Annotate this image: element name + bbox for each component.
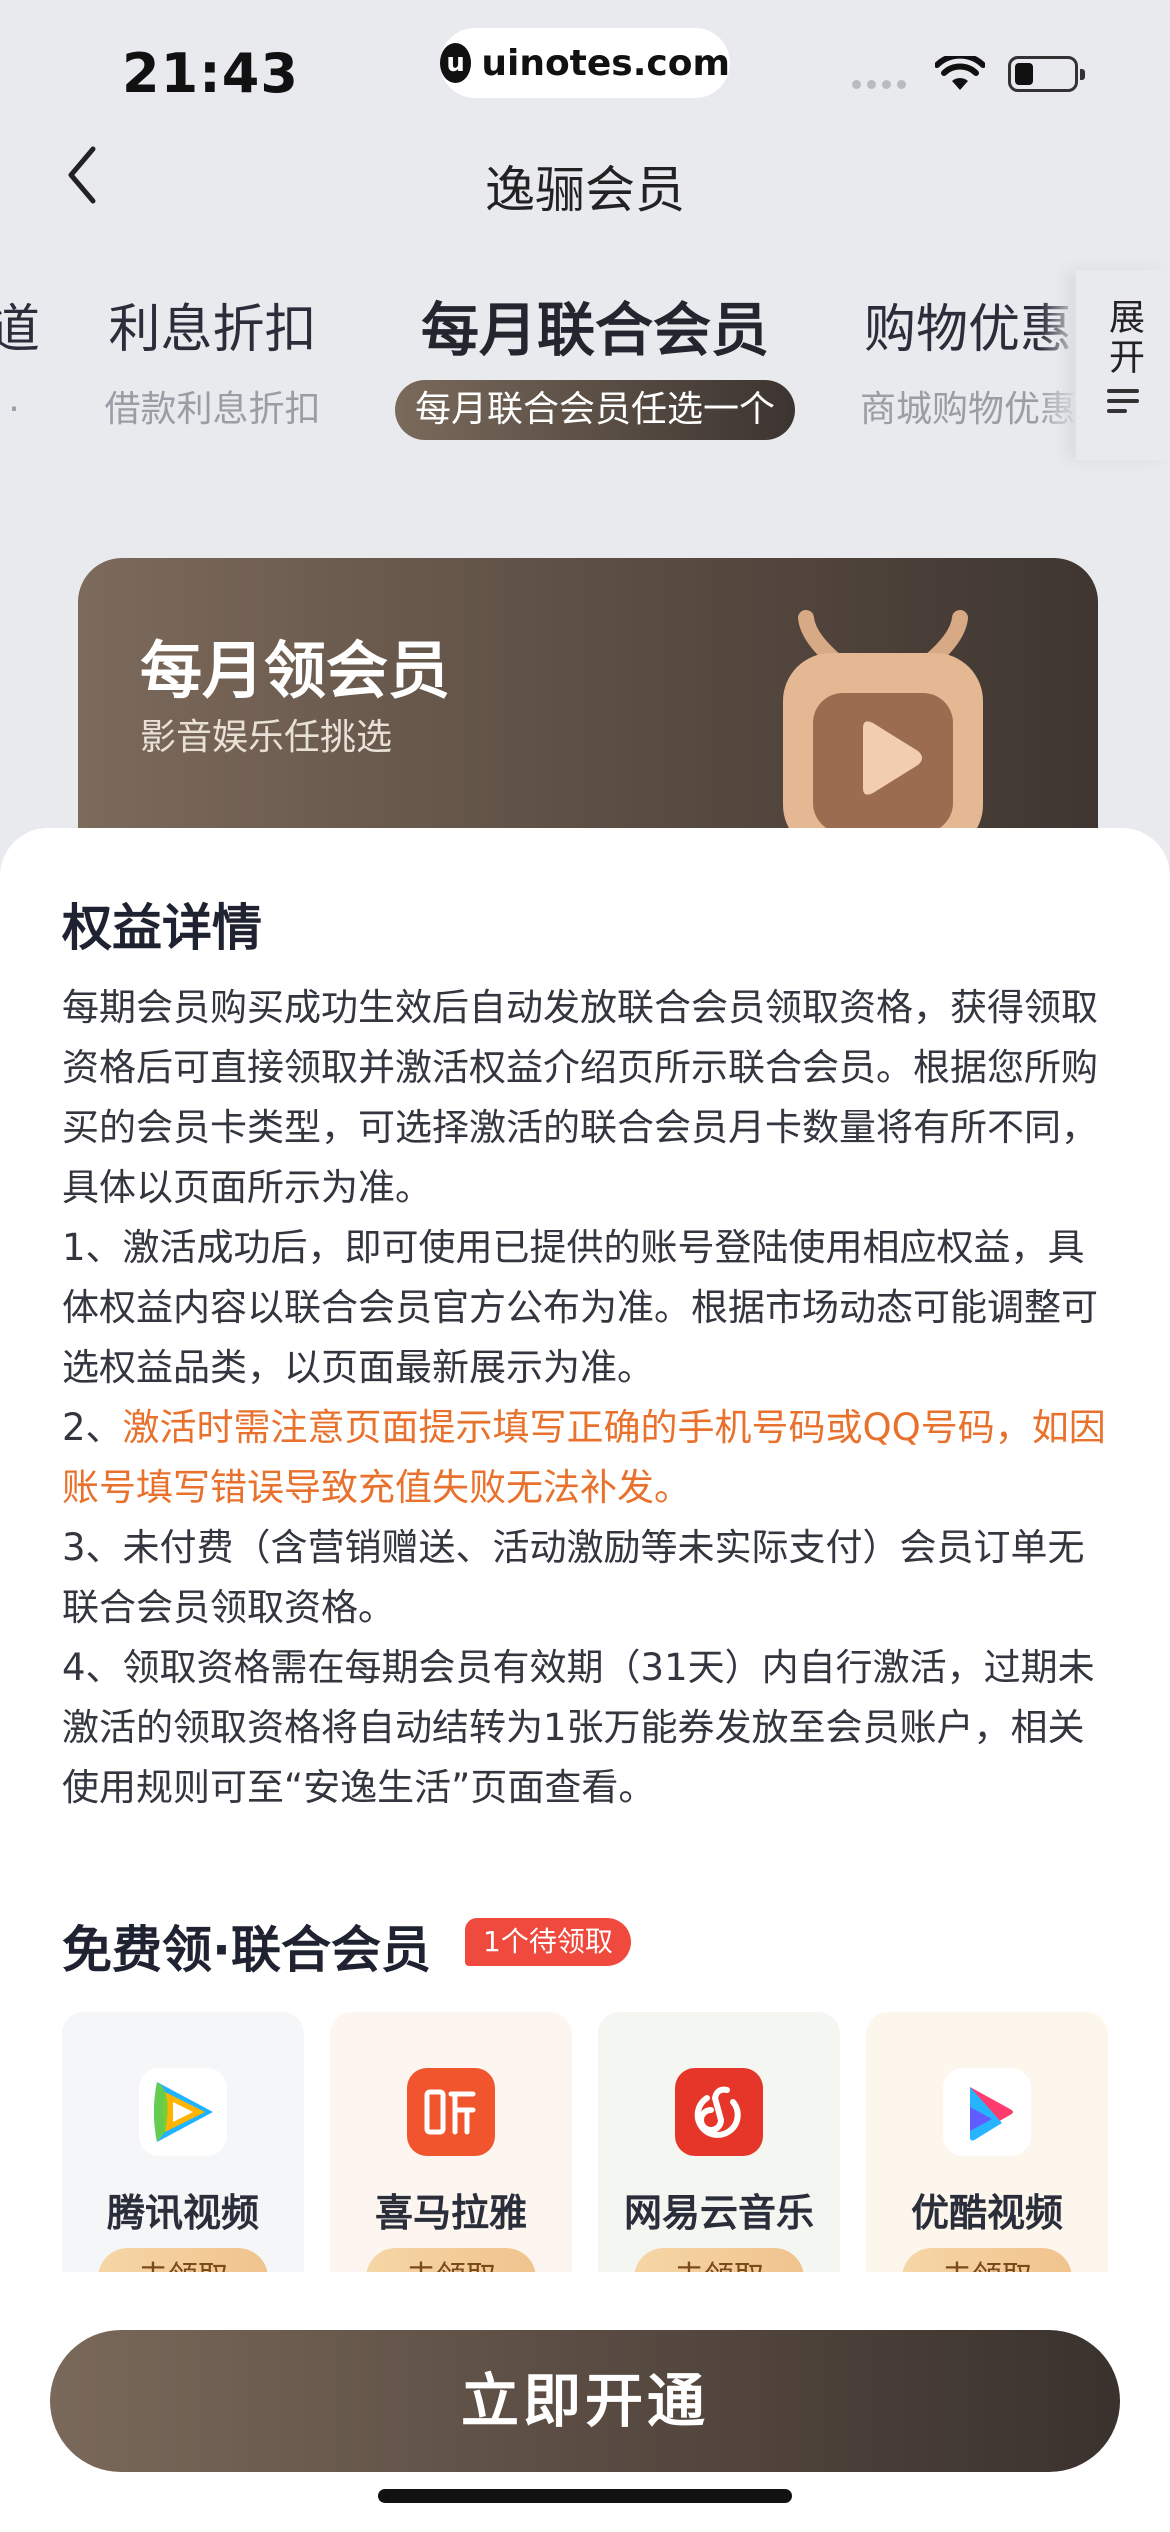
pending-count-badge: 1个待领取 <box>465 1918 631 1966</box>
menu-icon <box>1107 389 1139 413</box>
details-paragraph: 每期会员购买成功生效后自动发放联合会员领取资格，获得领取资格后可直接领取并激活权… <box>62 986 1098 1209</box>
details-paragraph-warning: 2、激活时需注意页面提示填写正确的手机号码或QQ号码，如因账号填写错误导致充值失… <box>62 1398 1112 1518</box>
banner-title: 每月领会员 <box>140 634 451 707</box>
tv-play-icon <box>783 610 983 848</box>
claim-button[interactable]: 去领取 <box>902 2248 1072 2274</box>
card-name: 腾讯视频 <box>106 2191 259 2235</box>
details-paragraph: 1、激活成功后，即可使用已提供的账号登陆使用相应权益，具体权益内容以联合会员官方… <box>62 1226 1098 1389</box>
ximalaya-icon <box>407 2068 495 2156</box>
card-name: 优酷视频 <box>910 2191 1063 2235</box>
url-text: uinotes.com <box>481 42 730 84</box>
url-pill[interactable]: u uinotes.com <box>440 28 730 98</box>
expand-label: 展开 <box>1103 298 1144 378</box>
tab-interest-discount[interactable]: 利息折扣 借款利息折扣 <box>100 290 325 440</box>
home-indicator <box>378 2489 792 2503</box>
wifi-icon <box>935 56 985 90</box>
expand-tabs-button[interactable]: 展开 <box>1076 270 1170 460</box>
netease-music-icon <box>675 2068 763 2156</box>
card-youku[interactable]: 优酷视频 去领取 <box>866 2012 1108 2274</box>
claim-button[interactable]: 去领取 <box>366 2248 536 2274</box>
battery-icon <box>1008 56 1085 92</box>
youku-icon <box>943 2068 1031 2156</box>
activate-now-button[interactable]: 立即开通 <box>50 2330 1120 2472</box>
card-name: 喜马拉雅 <box>374 2191 527 2235</box>
tab-monthly-membership[interactable]: 每月联合会员 每月联合会员任选一个 <box>385 290 805 440</box>
paragraph-prefix: 2、 <box>62 1406 123 1449</box>
tab-channel[interactable]: 道 · <box>0 290 40 440</box>
status-bar: 21:43 u uinotes.com <box>0 0 1170 130</box>
page-title: 逸骊会员 <box>485 161 685 219</box>
tab-label: 道 <box>0 300 41 360</box>
site-logo-icon: u <box>440 43 472 83</box>
tabs-fade <box>1040 270 1080 470</box>
warning-text: 激活时需注意页面提示填写正确的手机号码或QQ号码，如因账号填写错误导致充值失败无… <box>62 1406 1106 1509</box>
details-paragraph: 3、未付费（含营销赠送、活动激励等未实际支付）会员订单无联合会员领取资格。 <box>62 1526 1085 1629</box>
membership-cards: 腾讯视频 去领取 喜马拉雅 去领取 网易云音乐 去领取 <box>62 2012 1112 2274</box>
status-time: 21:43 <box>122 42 299 105</box>
free-section-title: 免费领·联合会员 <box>62 1921 431 1979</box>
details-paragraph: 4、领取资格需在每期会员有效期（31天）内自行激活，过期未激活的领取资格将自动结… <box>62 1646 1095 1809</box>
card-tencent-video[interactable]: 腾讯视频 去领取 <box>62 2012 304 2274</box>
tab-sublabel: 借款利息折扣 <box>104 389 321 430</box>
card-ximalaya[interactable]: 喜马拉雅 去领取 <box>330 2012 572 2274</box>
details-body: 每期会员购买成功生效后自动发放联合会员领取资格，获得领取资格后可直接领取并激活权… <box>62 978 1112 1818</box>
banner-subtitle: 影音娱乐任挑选 <box>140 717 393 758</box>
claim-button[interactable]: 去领取 <box>634 2248 804 2274</box>
tab-label: 每月联合会员 <box>420 296 769 364</box>
cellular-signal-icon <box>852 80 906 89</box>
tab-sublabel-pill: 每月联合会员任选一个 <box>394 380 795 440</box>
tab-sublabel: · <box>8 389 20 430</box>
claim-button[interactable]: 去领取 <box>98 2248 268 2274</box>
tencent-video-icon <box>139 2068 227 2156</box>
tab-label: 利息折扣 <box>108 300 317 360</box>
card-name: 网易云音乐 <box>623 2191 814 2235</box>
benefit-tabs: 道 · 利息折扣 借款利息折扣 每月联合会员 每月联合会员任选一个 购物优惠 商… <box>0 290 1075 470</box>
card-netease-music[interactable]: 网易云音乐 去领取 <box>598 2012 840 2274</box>
details-title: 权益详情 <box>62 899 262 957</box>
